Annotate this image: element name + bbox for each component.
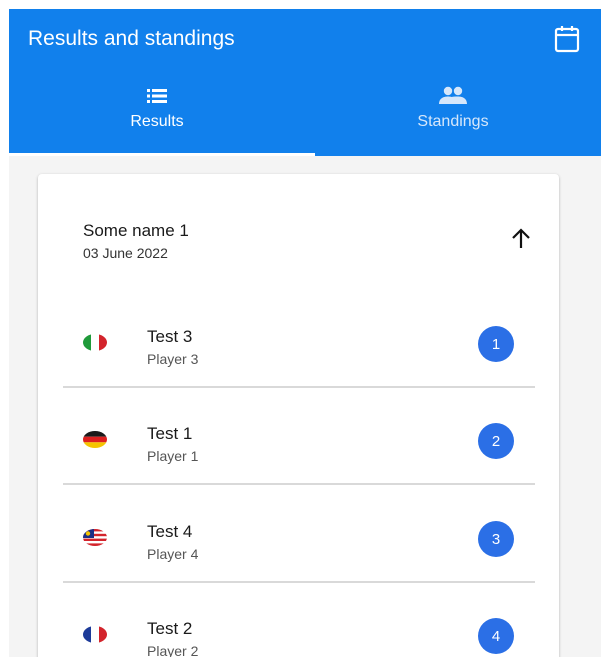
france-flag-icon bbox=[83, 626, 107, 643]
rank-badge: 2 bbox=[478, 423, 514, 459]
player-label: Player 3 bbox=[147, 351, 199, 367]
player-label: Player 2 bbox=[147, 643, 199, 657]
player-label: Player 1 bbox=[147, 448, 199, 464]
result-row[interactable]: Test 2 Player 2 4 bbox=[63, 582, 535, 657]
calendar-icon bbox=[554, 26, 580, 53]
app-title: Results and standings bbox=[28, 27, 235, 50]
tab-indicator bbox=[9, 153, 315, 156]
calendar-button[interactable] bbox=[554, 25, 580, 53]
result-row[interactable]: Test 1 Player 1 2 bbox=[63, 387, 535, 485]
list-icon bbox=[145, 85, 169, 107]
arrow-up-icon bbox=[512, 228, 530, 248]
player-name: Test 1 bbox=[147, 424, 193, 443]
event-name: Some name 1 bbox=[83, 221, 189, 240]
event-header[interactable]: Some name 1 03 June 2022 bbox=[38, 174, 559, 284]
malaysia-flag-icon bbox=[83, 529, 107, 546]
rank-badge: 3 bbox=[478, 521, 514, 557]
result-row[interactable]: Test 4 Player 4 3 bbox=[63, 485, 535, 583]
rank-badge: 4 bbox=[478, 618, 514, 654]
event-date: 03 June 2022 bbox=[83, 245, 168, 261]
player-name: Test 3 bbox=[147, 327, 193, 346]
sort-button[interactable] bbox=[508, 226, 534, 252]
event-card: Some name 1 03 June 2022 Test 3 Player 3 bbox=[38, 174, 559, 657]
tab-standings[interactable]: Standings bbox=[305, 73, 601, 156]
italy-flag-icon bbox=[83, 334, 107, 351]
app-frame: Results and standings Results Standings … bbox=[9, 9, 601, 657]
tab-standings-label: Standings bbox=[417, 113, 489, 130]
app-bar: Results and standings Results Standings bbox=[9, 9, 601, 156]
player-name: Test 2 bbox=[147, 619, 193, 638]
germany-flag-icon bbox=[83, 431, 107, 448]
tab-results-label: Results bbox=[130, 113, 184, 130]
player-label: Player 4 bbox=[147, 546, 199, 562]
tab-results[interactable]: Results bbox=[9, 73, 305, 156]
rank-badge: 1 bbox=[478, 326, 514, 362]
group-icon bbox=[438, 85, 468, 107]
result-row[interactable]: Test 3 Player 3 1 bbox=[63, 290, 535, 388]
player-name: Test 4 bbox=[147, 522, 193, 541]
